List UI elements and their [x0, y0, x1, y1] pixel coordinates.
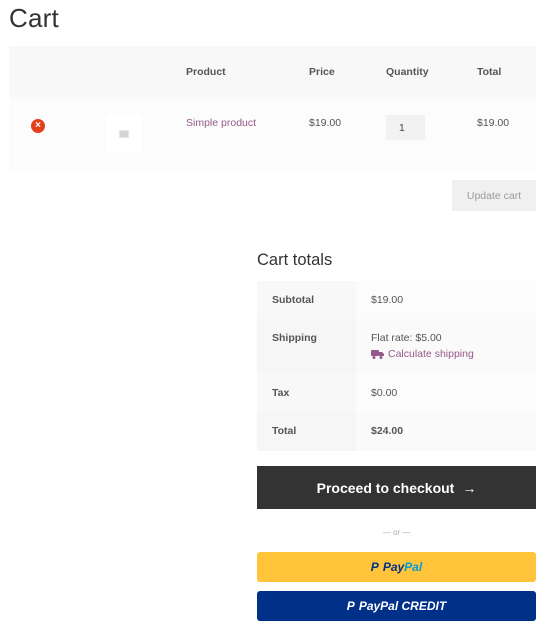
order-total-row: Total $24.00 [257, 413, 536, 451]
paypal-logo-icon: P [370, 560, 379, 574]
product-price: $19.00 [309, 117, 342, 129]
header-price: Price [309, 66, 335, 78]
cart-totals-table: Subtotal $19.00 Shipping Flat rate: $5.0… [257, 281, 536, 451]
truck-icon [371, 350, 384, 359]
update-cart-button[interactable]: Update cart [452, 180, 536, 211]
shipping-value: Flat rate: $5.00 [371, 332, 442, 344]
header-product: Product [186, 66, 226, 78]
paypal-pal-text: Pal [404, 560, 423, 574]
tax-row: Tax $0.00 [257, 374, 536, 413]
or-separator: — or — [382, 528, 411, 537]
shipping-row: Shipping Flat rate: $5.00 Calculate ship… [257, 319, 536, 374]
tax-label: Tax [257, 374, 356, 413]
header-quantity: Quantity [386, 66, 429, 78]
shipping-label: Shipping [257, 319, 356, 374]
close-icon: × [35, 120, 41, 131]
cart-totals-title: Cart totals [257, 251, 333, 269]
remove-item-button[interactable]: × [31, 119, 45, 133]
arrow-right-icon: → [462, 479, 477, 496]
quantity-input[interactable] [386, 115, 425, 140]
cart-table-header: Product Price Quantity Total [9, 46, 536, 97]
image-placeholder-icon [119, 130, 129, 138]
page-title: Cart [9, 3, 59, 33]
order-total-value: $24.00 [356, 413, 536, 451]
paypal-button[interactable]: P Pay Pal [257, 552, 536, 582]
paypal-logo-icon: P [346, 599, 355, 613]
header-total: Total [477, 66, 502, 78]
paypal-credit-button[interactable]: P PayPal CREDIT [257, 591, 536, 621]
product-subtotal: $19.00 [477, 117, 510, 129]
subtotal-row: Subtotal $19.00 [257, 281, 536, 319]
tax-value: $0.00 [356, 374, 536, 413]
subtotal-label: Subtotal [257, 281, 356, 319]
calculate-shipping-label: Calculate shipping [388, 348, 474, 360]
checkout-label: Proceed to checkout [316, 479, 455, 496]
product-thumbnail[interactable] [106, 115, 142, 153]
calculate-shipping-link[interactable]: Calculate shipping [371, 348, 536, 360]
table-row: × Simple product $19.00 $19.00 [9, 97, 536, 171]
paypal-credit-text: PayPal CREDIT [358, 599, 447, 613]
order-total-label: Total [257, 413, 356, 451]
cart-table: Product Price Quantity Total × Simple pr… [9, 46, 536, 171]
proceed-to-checkout-button[interactable]: Proceed to checkout → [257, 466, 536, 509]
paypal-pay-text: Pay [382, 560, 405, 574]
product-name-link[interactable]: Simple product [186, 117, 256, 129]
subtotal-value: $19.00 [356, 281, 536, 319]
